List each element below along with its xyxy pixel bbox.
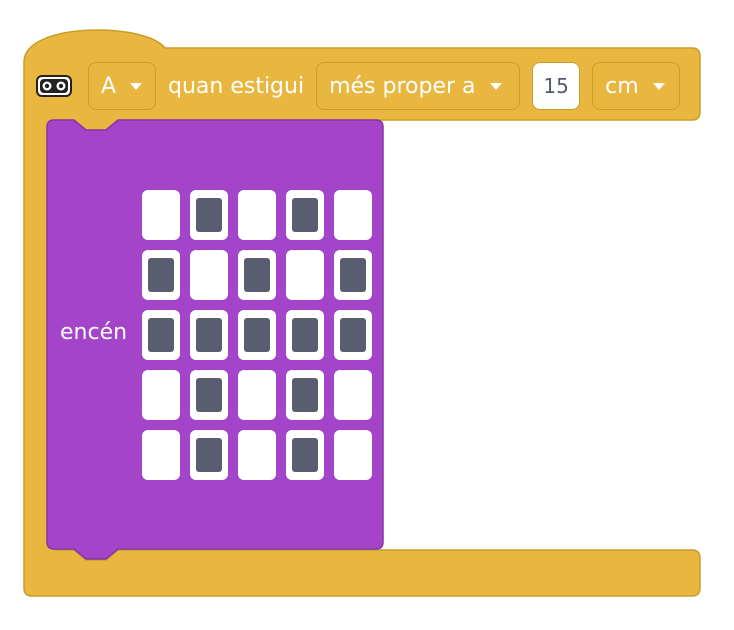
matrix-pixel[interactable]: [190, 370, 228, 420]
pixel-lit-indicator: [196, 198, 222, 232]
matrix-pixel[interactable]: [142, 430, 180, 480]
pixel-lit-indicator: [244, 258, 270, 292]
pixel-lit-indicator: [292, 198, 318, 232]
matrix-pixel[interactable]: [334, 310, 372, 360]
unit-dropdown[interactable]: cm: [592, 62, 681, 110]
matrix-pixel[interactable]: [286, 310, 324, 360]
pixel-lit-indicator: [196, 438, 222, 472]
matrix-pixel[interactable]: [334, 430, 372, 480]
distance-sensor-icon[interactable]: [36, 73, 72, 99]
matrix-pixel[interactable]: [142, 250, 180, 300]
chevron-down-icon: [652, 82, 665, 90]
pixel-lit-indicator: [148, 258, 174, 292]
pixel-lit-indicator: [292, 378, 318, 412]
matrix-pixel[interactable]: [142, 310, 180, 360]
pixel-lit-indicator: [148, 318, 174, 352]
hat-block-row: A quan estigui més proper a 15 cm: [36, 60, 681, 112]
matrix-pixel[interactable]: [238, 250, 276, 300]
light-on-label: encén: [60, 320, 128, 345]
matrix-pixel[interactable]: [190, 250, 228, 300]
matrix-pixel[interactable]: [334, 370, 372, 420]
matrix-pixel[interactable]: [190, 310, 228, 360]
comparison-dropdown-value: més proper a: [329, 73, 476, 99]
matrix-pixel[interactable]: [142, 370, 180, 420]
pixel-lit-indicator: [292, 318, 318, 352]
port-dropdown[interactable]: A: [88, 62, 156, 110]
distance-input[interactable]: 15: [532, 62, 581, 110]
matrix-pixel[interactable]: [334, 250, 372, 300]
when-label: quan estigui: [168, 73, 305, 99]
matrix-pixel[interactable]: [238, 430, 276, 480]
matrix-pixel[interactable]: [238, 190, 276, 240]
matrix-pixel[interactable]: [238, 310, 276, 360]
pixel-lit-indicator: [340, 258, 366, 292]
matrix-pixel[interactable]: [190, 190, 228, 240]
chevron-down-icon: [489, 82, 502, 90]
pixel-lit-indicator: [196, 318, 222, 352]
matrix-pixel[interactable]: [286, 430, 324, 480]
comparison-dropdown[interactable]: més proper a: [316, 62, 521, 110]
matrix-pixel[interactable]: [142, 190, 180, 240]
matrix-pixel[interactable]: [286, 250, 324, 300]
unit-dropdown-value: cm: [605, 73, 639, 99]
matrix-pixel[interactable]: [334, 190, 372, 240]
matrix-pixel[interactable]: [286, 370, 324, 420]
matrix-pixel[interactable]: [190, 430, 228, 480]
port-dropdown-value: A: [101, 73, 117, 99]
matrix-pixel[interactable]: [286, 190, 324, 240]
pixel-lit-indicator: [196, 378, 222, 412]
pixel-lit-indicator: [244, 318, 270, 352]
pixel-lit-indicator: [340, 318, 366, 352]
pixel-lit-indicator: [292, 438, 318, 472]
matrix-pixel[interactable]: [238, 370, 276, 420]
chevron-down-icon: [130, 82, 143, 90]
